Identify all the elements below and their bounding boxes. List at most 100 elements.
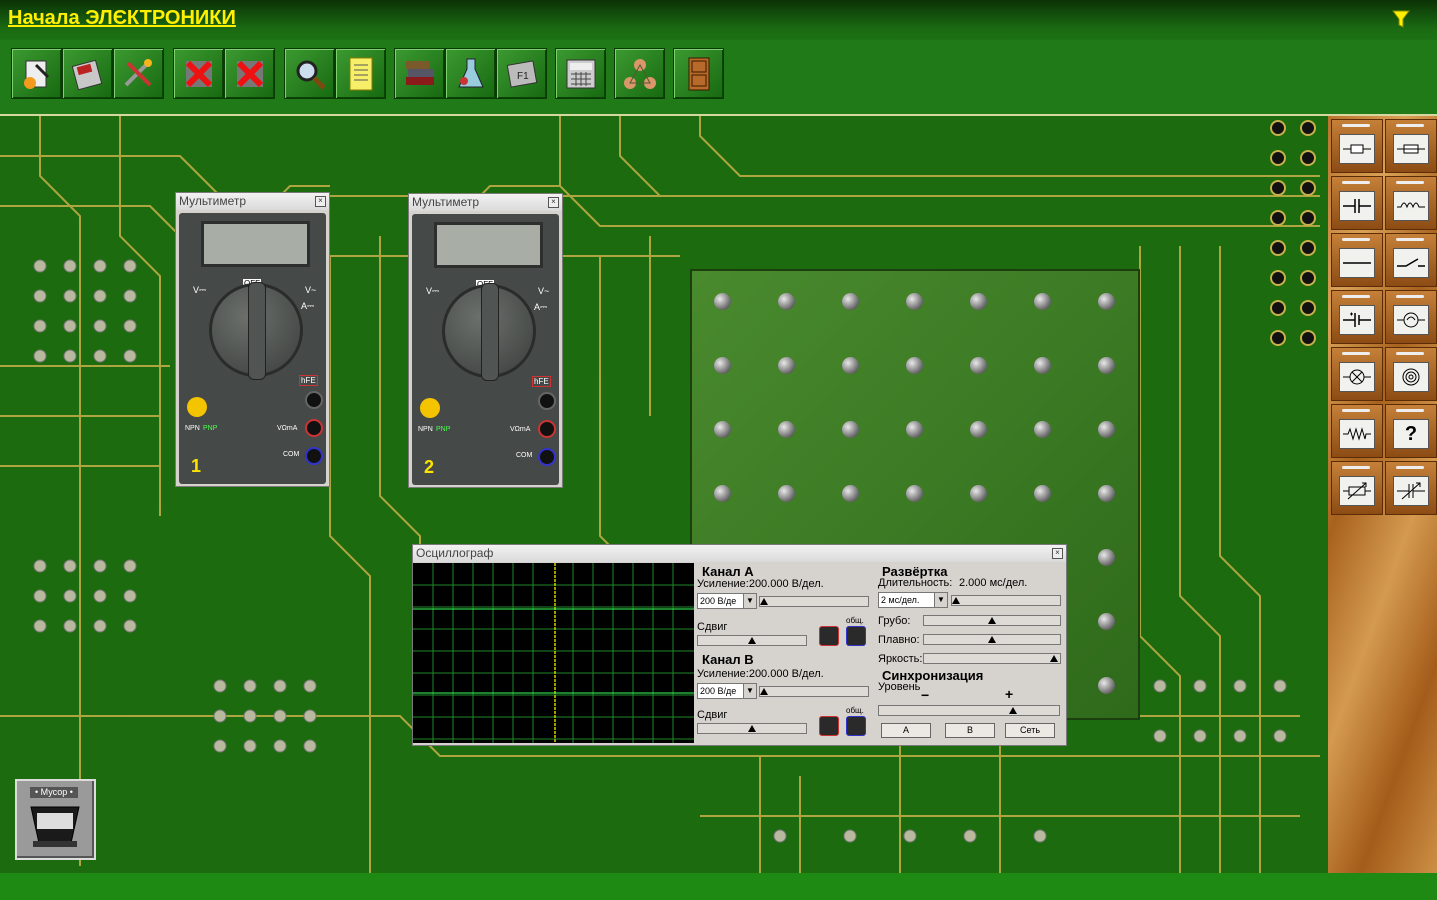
- channel-a-gain-select[interactable]: 200 В/де ▼: [697, 593, 757, 609]
- close-icon[interactable]: ×: [548, 197, 559, 208]
- coarse-slider[interactable]: [923, 615, 1061, 626]
- palette-wire[interactable]: [1331, 233, 1383, 287]
- breadboard-socket[interactable]: [1098, 485, 1115, 502]
- fine-slider[interactable]: [923, 634, 1061, 645]
- transistor-socket-icon[interactable]: [420, 398, 440, 418]
- jack-v-ohm[interactable]: [538, 420, 556, 438]
- channel-b-gain-slider[interactable]: [759, 686, 869, 697]
- channel-a-gain-slider[interactable]: [759, 596, 869, 607]
- breadboard-socket[interactable]: [970, 421, 987, 438]
- delete-button-1[interactable]: [173, 48, 224, 99]
- app-title[interactable]: Начала ЭЛЄКТРОНИКИ: [8, 7, 236, 30]
- jack-10a[interactable]: [305, 391, 323, 409]
- slider-thumb[interactable]: [1009, 707, 1017, 714]
- breadboard-socket[interactable]: [714, 357, 731, 374]
- slider-thumb[interactable]: [748, 725, 756, 732]
- channel-a-shift-slider[interactable]: [697, 635, 807, 646]
- breadboard-socket[interactable]: [906, 421, 923, 438]
- filter-icon[interactable]: [1392, 10, 1410, 28]
- slider-thumb[interactable]: [1050, 655, 1058, 662]
- lab-button[interactable]: [445, 48, 496, 99]
- sync-b-button[interactable]: B: [945, 723, 995, 738]
- palette-lamp[interactable]: [1385, 290, 1437, 344]
- notes-button[interactable]: [335, 48, 386, 99]
- slider-thumb[interactable]: [988, 617, 996, 624]
- breadboard-socket[interactable]: [1098, 293, 1115, 310]
- palette-resistor[interactable]: [1331, 404, 1383, 458]
- multimeter-2-window[interactable]: Мультиметр × V⎓ OFF V~ A⎓ hFE NPN PNP VΩm…: [408, 193, 563, 488]
- breadboard-socket[interactable]: [970, 485, 987, 502]
- trash-bin[interactable]: • Мусор •: [15, 779, 96, 860]
- help-button[interactable]: F1: [496, 48, 547, 99]
- calculator-button[interactable]: [555, 48, 606, 99]
- multimeter-1-titlebar[interactable]: Мультиметр ×: [176, 193, 329, 210]
- palette-bulb[interactable]: [1331, 347, 1383, 401]
- books-button[interactable]: [394, 48, 445, 99]
- breadboard-socket[interactable]: [714, 293, 731, 310]
- breadboard-socket[interactable]: [842, 421, 859, 438]
- palette-variable-capacitor[interactable]: [1385, 461, 1437, 515]
- channel-b-shift-slider[interactable]: [697, 723, 807, 734]
- tools-button[interactable]: [113, 48, 164, 99]
- breadboard-socket[interactable]: [778, 293, 795, 310]
- jack-com[interactable]: [305, 447, 323, 465]
- breadboard-socket[interactable]: [714, 485, 731, 502]
- channel-b-gain-select[interactable]: 200 В/де ▼: [697, 683, 757, 699]
- slider-thumb[interactable]: [760, 598, 768, 605]
- breadboard-socket[interactable]: [1034, 485, 1051, 502]
- jack-com[interactable]: [538, 448, 556, 466]
- sync-network-button[interactable]: Сеть: [1005, 723, 1055, 738]
- palette-switch[interactable]: [1385, 233, 1437, 287]
- multimeter-1-dial[interactable]: [209, 282, 303, 380]
- breadboard-socket[interactable]: [1034, 293, 1051, 310]
- breadboard-socket[interactable]: [778, 357, 795, 374]
- palette-fuse-2[interactable]: [1385, 119, 1437, 173]
- jack-v-ohm[interactable]: [305, 419, 323, 437]
- channel-b-probe-icon[interactable]: [819, 716, 839, 736]
- channel-a-common-probe-icon[interactable]: [846, 626, 866, 646]
- breadboard-socket[interactable]: [1098, 613, 1115, 630]
- breadboard-socket[interactable]: [1034, 421, 1051, 438]
- palette-electrolytic-capacitor[interactable]: [1331, 290, 1383, 344]
- chevron-down-icon[interactable]: ▼: [934, 593, 947, 607]
- breadboard-socket[interactable]: [1098, 677, 1115, 694]
- multimeter-1-window[interactable]: Мультиметр × V⎓ OFF V~ A⎓ hFE NPN PNP VΩm…: [175, 192, 330, 487]
- breadboard-socket[interactable]: [1098, 421, 1115, 438]
- molecule-button[interactable]: [614, 48, 665, 99]
- sweep-slider[interactable]: [951, 595, 1061, 606]
- slider-thumb[interactable]: [748, 637, 756, 644]
- breadboard-socket[interactable]: [906, 485, 923, 502]
- slider-thumb[interactable]: [760, 688, 768, 695]
- palette-capacitor[interactable]: [1331, 176, 1383, 230]
- slider-thumb[interactable]: [952, 597, 960, 604]
- palette-inductor[interactable]: [1385, 176, 1437, 230]
- sweep-select[interactable]: 2 мс/дел. ▼: [878, 592, 948, 608]
- breadboard-socket[interactable]: [842, 357, 859, 374]
- transistor-socket-icon[interactable]: [187, 397, 207, 417]
- close-icon[interactable]: ×: [1052, 548, 1063, 559]
- palette-variable-resistor[interactable]: [1331, 461, 1383, 515]
- breadboard-socket[interactable]: [1034, 357, 1051, 374]
- brightness-slider[interactable]: [923, 653, 1061, 664]
- breadboard-socket[interactable]: [842, 293, 859, 310]
- search-button[interactable]: [284, 48, 335, 99]
- breadboard-socket[interactable]: [1098, 549, 1115, 566]
- oscilloscope-window[interactable]: Осциллограф × Канал А Усиление:200.000 В/…: [412, 544, 1067, 746]
- breadboard-socket[interactable]: [906, 357, 923, 374]
- sync-a-button[interactable]: A: [881, 723, 931, 738]
- breadboard-socket[interactable]: [778, 421, 795, 438]
- jack-10a[interactable]: [538, 392, 556, 410]
- breadboard-socket[interactable]: [906, 293, 923, 310]
- oscilloscope-titlebar[interactable]: Осциллограф ×: [413, 545, 1066, 562]
- breadboard-socket[interactable]: [970, 357, 987, 374]
- palette-fuse[interactable]: [1331, 119, 1383, 173]
- chevron-down-icon[interactable]: ▼: [743, 684, 756, 698]
- multimeter-2-dial[interactable]: [442, 283, 536, 381]
- sync-level-slider[interactable]: [878, 705, 1060, 716]
- new-scheme-button[interactable]: [11, 48, 62, 99]
- breadboard-socket[interactable]: [970, 293, 987, 310]
- close-icon[interactable]: ×: [315, 196, 326, 207]
- palette-unknown[interactable]: ?: [1385, 404, 1437, 458]
- palette-coil[interactable]: [1385, 347, 1437, 401]
- breadboard-socket[interactable]: [1098, 357, 1115, 374]
